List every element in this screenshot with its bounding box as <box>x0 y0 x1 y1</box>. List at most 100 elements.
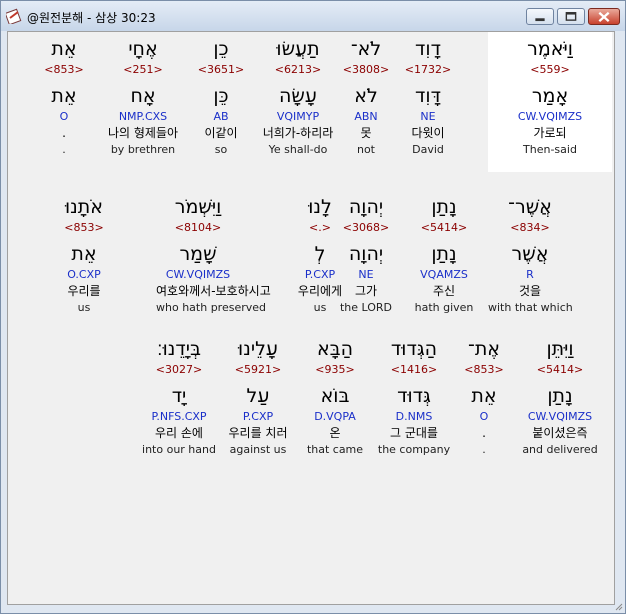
hebrew-word: וַיִּתֵּן <box>546 338 574 360</box>
english-gloss: who hath preserved <box>156 301 266 314</box>
parse-code: AB <box>213 110 229 123</box>
english-gloss: against us <box>229 443 287 456</box>
close-button[interactable] <box>588 8 620 25</box>
hebrew-word: וַיֹּאמֶר <box>527 38 573 60</box>
strong-number[interactable]: <3651> <box>179 62 263 77</box>
korean-gloss: 우리를 <box>67 284 101 298</box>
lemma: לְ <box>314 243 326 265</box>
word-column[interactable]: נָתַן <5414> נָתַן VQAMZS 주신 hath given <box>402 194 486 315</box>
korean-gloss: 나의 형제들아 <box>107 126 179 140</box>
english-gloss: hath given <box>414 301 474 314</box>
hebrew-word: נָתַן <box>431 196 457 218</box>
english-gloss: by brethren <box>110 143 176 156</box>
english-gloss: Then-said <box>523 143 577 156</box>
korean-gloss: 너희가-하리라 <box>262 126 334 140</box>
parse-code: P.NFS.CXP <box>151 410 207 423</box>
word-column[interactable]: תַעֲשׂוּ <6213> עָשָׂה VQIMYP 너희가-하리라 Ye shal… <box>256 36 340 157</box>
strong-number[interactable]: <.> <box>278 220 362 235</box>
lemma: בּוֹא <box>320 385 350 407</box>
analysis-panel[interactable]: וַיֹּאמֶר <559> אָמַר CW.VQIMZS 가로되 Then-said… <box>7 31 615 605</box>
lemma: אֵת <box>71 243 97 265</box>
korean-gloss: 여호와께서-보호하시고 <box>156 284 271 298</box>
korean-gloss: . <box>62 126 66 140</box>
parse-code: NMP.CXS <box>118 110 168 123</box>
hebrew-word: בְּיָדֵנוּ׃ <box>157 338 201 360</box>
strong-number[interactable]: <3027> <box>137 362 221 377</box>
parse-code: O <box>59 110 69 123</box>
word-column[interactable]: אֲשֶׁר־ <834> אֲשֶׁר R 것을 with that which <box>488 194 573 315</box>
hebrew-word: אֶחָי <box>128 38 158 60</box>
title-bar[interactable]: @원전분해 - 삼상 30:23 <box>1 1 625 31</box>
parse-code: CW.VQIMZS <box>165 268 231 281</box>
english-gloss: Ye shall-do <box>268 143 328 156</box>
korean-gloss: 온 <box>329 426 341 440</box>
lemma: כֵּן <box>213 85 229 107</box>
korean-gloss: 가로되 <box>533 126 567 140</box>
strong-number[interactable]: <1416> <box>372 362 456 377</box>
window-title: @원전분해 - 삼상 30:23 <box>27 11 156 25</box>
word-column[interactable]: עָלֵינוּ <5921> עַל P.CXP 우리를 치러 against us <box>216 336 300 457</box>
lemma: אָח <box>130 85 156 107</box>
word-column[interactable]: אֶחָי <251> אָח NMP.CXS 나의 형제들아 by brethren <box>101 36 185 157</box>
word-column[interactable]: בְּיָדֵנוּ׃ <3027> יָד P.NFS.CXP 우리 손에 into o… <box>137 336 221 457</box>
parse-code: D.NMS <box>395 410 433 423</box>
strong-number[interactable]: <853> <box>22 62 106 77</box>
word-column[interactable]: וַיִּתֵּן <5414> נָתַן CW.VQIMZS 붙이셨은즉 and de… <box>518 336 602 457</box>
english-gloss: with that which <box>488 301 573 314</box>
word-column[interactable]: כֵן <3651> כֵּן AB 이같이 so <box>179 36 263 157</box>
parse-code: O.CXP <box>67 268 101 281</box>
korean-gloss: 이같이 <box>204 126 238 140</box>
hebrew-word: עָלֵינוּ <box>238 338 278 360</box>
strong-number[interactable]: <8104> <box>156 220 240 235</box>
app-icon <box>6 8 22 24</box>
hebrew-word: הַבָּא <box>316 338 354 360</box>
parse-code: P.CXP <box>304 268 336 281</box>
hebrew-word: אֲשֶׁר־ <box>508 196 552 218</box>
lemma: שָׁמַר <box>179 243 217 265</box>
english-gloss: that came <box>306 443 364 456</box>
strong-number[interactable]: <251> <box>101 62 185 77</box>
parse-code: VQIMYP <box>276 110 320 123</box>
english-gloss: and delivered <box>522 443 598 456</box>
lemma: אֲשֶׁר <box>511 243 549 265</box>
word-column[interactable]: אֹתָנוּ <853> אֵת O.CXP 우리를 us <box>42 194 126 315</box>
lemma: נָתַן <box>431 243 457 265</box>
english-gloss: . <box>62 143 66 156</box>
english-gloss: the company <box>377 443 451 456</box>
minimize-icon <box>535 18 545 22</box>
strong-number[interactable]: <5921> <box>216 362 300 377</box>
hebrew-word: תַעֲשׂוּ <box>276 38 320 60</box>
hebrew-word: אֵת <box>51 38 77 60</box>
resize-grip-icon[interactable] <box>613 601 623 611</box>
word-column[interactable]: לָנוּ <.> לְ P.CXP 우리에게 us <box>278 194 362 315</box>
strong-number[interactable]: <5414> <box>518 362 602 377</box>
korean-gloss: 우리 손에 <box>155 426 203 440</box>
korean-gloss: 우리를 치러 <box>228 426 288 440</box>
word-column[interactable]: וַיֹּאמֶר <559> אָמַר CW.VQIMZS 가로되 Then-said <box>508 36 592 157</box>
strong-number[interactable]: <935> <box>293 362 377 377</box>
parse-code: CW.VQIMZS <box>517 110 583 123</box>
lemma: גְּדוּד <box>397 385 431 407</box>
korean-gloss: 그 군대를 <box>390 426 438 440</box>
strong-number[interactable]: <834> <box>488 220 572 235</box>
parse-code: R <box>526 268 534 281</box>
korean-gloss: 것을 <box>518 284 542 298</box>
strong-number[interactable]: <853> <box>42 220 126 235</box>
app-window: @원전분해 - 삼상 30:23 וַיֹּאמֶר <559> אָמַר CW.V… <box>0 0 626 614</box>
word-column[interactable]: אֵת <853> אֵת O.. <box>22 36 106 157</box>
minimize-button[interactable] <box>526 8 554 25</box>
lemma: אָמַר <box>531 85 569 107</box>
maximize-button[interactable] <box>557 8 585 25</box>
word-column[interactable]: וַיִּשְׁמֹר <8104> שָׁמַר CW.VQIMZS 여호와께서-보호… <box>156 194 271 315</box>
word-column[interactable]: הַגְּדוּד <1416> גְּדוּד D.NMS 그 군대를 the comp… <box>372 336 456 457</box>
strong-number[interactable]: <5414> <box>402 220 486 235</box>
english-gloss: into our hand <box>142 443 216 456</box>
korean-gloss: 우리에게 <box>297 284 343 298</box>
strong-number[interactable]: <559> <box>508 62 592 77</box>
lemma: יָד <box>171 385 187 407</box>
lemma: עַל <box>246 385 270 407</box>
close-icon <box>598 11 610 23</box>
lemma: נָתַן <box>547 385 573 407</box>
word-column[interactable]: הַבָּא <935> בּוֹא D.VQPA 온 that came <box>293 336 377 457</box>
strong-number[interactable]: <6213> <box>256 62 340 77</box>
